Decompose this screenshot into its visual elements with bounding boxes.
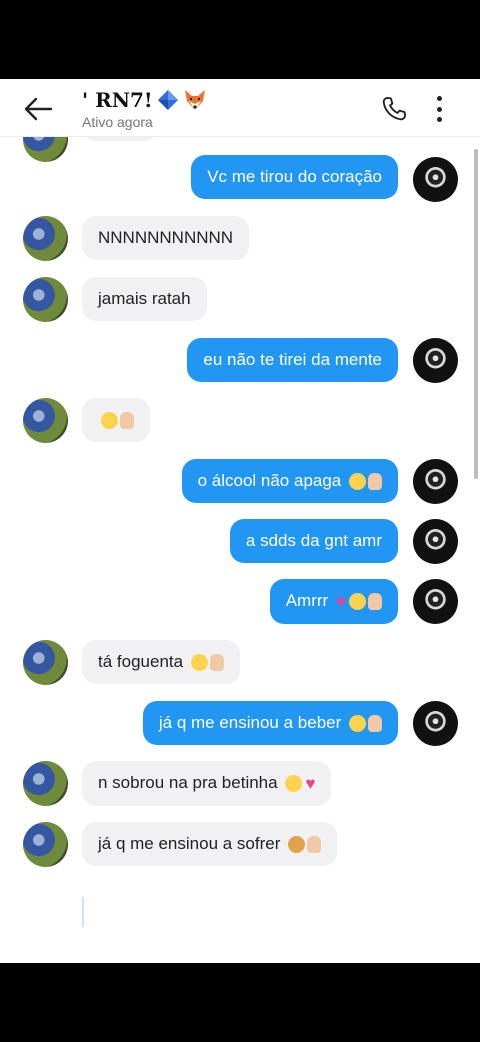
dot-icon <box>436 106 442 112</box>
message-row-outgoing: Vc me tirou do coração <box>191 155 398 199</box>
navigation-bar-area <box>0 963 480 1042</box>
pointing-up-hand-icon <box>368 473 382 491</box>
typing-indicator <box>82 897 84 927</box>
phone-icon <box>382 96 407 121</box>
pointing-up-hand-icon <box>368 593 382 611</box>
contact-info[interactable]: ' RN7! Ativo agora <box>82 88 207 130</box>
message-bubble[interactable]: Amrrr ♥ <box>269 579 398 624</box>
message-bubble[interactable]: o álcool não apaga <box>181 459 398 503</box>
message-row-incoming <box>82 398 150 442</box>
dot-icon <box>436 117 442 122</box>
pointing-up-hand-icon <box>368 715 382 733</box>
message-bubble[interactable]: a sdds da gnt amr <box>229 519 398 563</box>
contact-status: Ativo agora <box>82 114 153 130</box>
message-text: Vc me tirou do coração <box>207 167 382 186</box>
contact-avatar[interactable] <box>23 277 68 322</box>
message-bubble[interactable]: tá foguenta <box>82 640 240 684</box>
thumbs-up-icon <box>307 836 322 854</box>
message-text: já q me ensinou a beber <box>158 713 342 732</box>
more-options-button[interactable] <box>428 93 450 125</box>
message-row-outgoing: eu não te tirei da mente <box>187 338 398 382</box>
smirk-face-icon <box>101 412 118 430</box>
status-bar-area <box>0 0 480 79</box>
message-row-incoming: jamais ratah <box>82 277 207 321</box>
broken-heart-icon: ♥ <box>305 773 316 793</box>
self-avatar[interactable] <box>413 157 458 202</box>
message-text: NNNNNNNNNNN <box>98 228 234 247</box>
chat-screen: ' RN7! Ativo agora Vc me tirou do coraçã… <box>0 79 480 963</box>
message-bubble[interactable]: jamais ratah <box>82 277 207 321</box>
contact-name-row: ' RN7! <box>82 88 207 112</box>
message-text: a sdds da gnt amr <box>245 531 382 550</box>
message-text: o álcool não apaga <box>197 471 342 490</box>
message-bubble[interactable]: n sobrou na pra betinha ♥ <box>82 761 332 806</box>
call-button[interactable] <box>380 95 408 123</box>
contact-avatar[interactable] <box>23 761 68 806</box>
message-text: tá foguenta <box>98 652 184 671</box>
contact-avatar[interactable] <box>23 398 68 443</box>
contact-avatar[interactable] <box>23 216 68 261</box>
self-avatar[interactable] <box>413 459 458 504</box>
blue-diamond-icon <box>157 90 178 110</box>
cowboy-face-icon <box>288 836 306 854</box>
message-bubble[interactable]: já q me ensinou a sofrer <box>82 822 338 866</box>
disappointed-face-icon <box>190 654 208 672</box>
self-avatar[interactable] <box>413 519 458 564</box>
message-bubble[interactable]: Vc me tirou do coração <box>191 155 398 199</box>
self-avatar[interactable] <box>413 579 458 624</box>
message-text: eu não te tirei da mente <box>203 350 382 369</box>
raised-hand-icon <box>120 412 134 430</box>
pink-heart-icon: ♥ <box>335 591 346 611</box>
scrollbar[interactable] <box>474 149 478 479</box>
back-button[interactable] <box>18 91 58 127</box>
message-text: Amrrr <box>285 591 329 610</box>
fox-face-icon <box>184 90 205 110</box>
message-bubble[interactable] <box>82 398 150 442</box>
message-row-incoming: já q me ensinou a sofrer <box>82 822 338 866</box>
message-bubble[interactable]: eu não te tirei da mente <box>187 338 398 382</box>
message-row-incoming: NNNNNNNNNNN <box>82 216 250 260</box>
chat-header: ' RN7! Ativo agora <box>0 79 480 137</box>
dot-icon <box>436 96 442 101</box>
pensive-face-icon <box>349 715 366 733</box>
contact-name: ' RN7! <box>82 88 153 112</box>
message-bubble[interactable]: NNNNNNNNNNN <box>82 216 250 260</box>
message-text: n sobrou na pra betinha <box>98 773 278 792</box>
contact-avatar[interactable] <box>23 640 68 685</box>
pensive-face-icon <box>285 775 303 793</box>
message-text: já q me ensinou a sofrer <box>98 834 281 853</box>
message-row-outgoing: o álcool não apaga <box>181 459 398 503</box>
message-row-outgoing: a sdds da gnt amr <box>229 519 398 563</box>
message-row-incoming: n sobrou na pra betinha ♥ <box>82 761 332 806</box>
self-avatar[interactable] <box>413 701 458 746</box>
message-row-outgoing: Amrrr ♥ <box>269 579 398 624</box>
contact-avatar[interactable] <box>23 822 68 867</box>
self-avatar[interactable] <box>413 338 458 383</box>
message-row-outgoing: já q me ensinou a beber <box>142 701 398 745</box>
arrow-left-icon <box>24 97 53 121</box>
confounded-face-icon <box>349 473 366 491</box>
message-row-incoming: tá foguenta <box>82 640 240 684</box>
message-text: jamais ratah <box>98 289 191 308</box>
pensive-face-icon <box>349 593 366 611</box>
message-bubble[interactable]: já q me ensinou a beber <box>142 701 398 745</box>
victory-hand-icon <box>209 654 224 672</box>
